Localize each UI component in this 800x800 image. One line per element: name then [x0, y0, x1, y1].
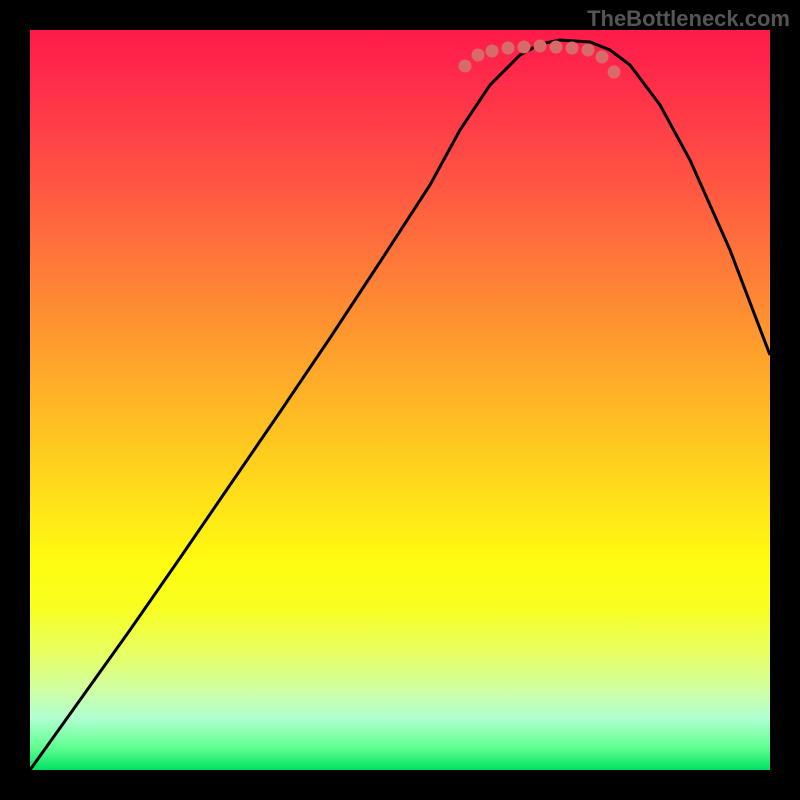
watermark-text: TheBottleneck.com: [587, 6, 790, 32]
bottleneck-curve: [30, 40, 770, 770]
marker-dot: [596, 51, 609, 64]
marker-dot: [502, 42, 515, 55]
marker-dot: [582, 44, 595, 57]
marker-dot: [472, 49, 485, 62]
marker-dot: [608, 66, 621, 79]
chart-container: TheBottleneck.com: [0, 0, 800, 800]
marker-dot: [550, 41, 563, 54]
chart-svg: [30, 30, 770, 770]
plot-area: [30, 30, 770, 770]
marker-dot: [459, 60, 472, 73]
marker-dot: [486, 45, 499, 58]
marker-dot: [566, 42, 579, 55]
marker-dot: [518, 41, 531, 54]
marker-dot: [534, 40, 547, 53]
